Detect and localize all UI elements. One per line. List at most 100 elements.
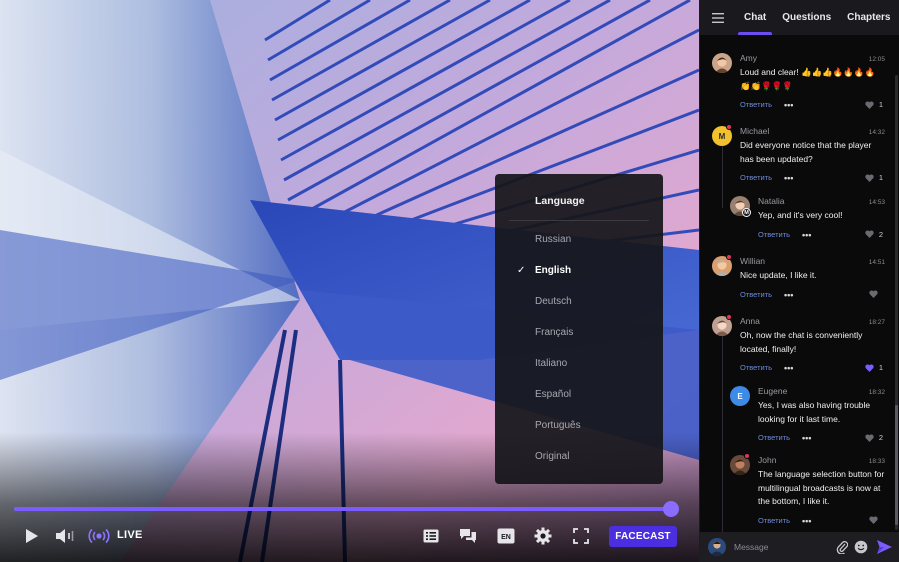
online-dot [744, 453, 750, 459]
language-option[interactable]: Original [495, 440, 663, 471]
chat-message: E Eugene 18:32 Yes, I was also having troub… [700, 384, 895, 455]
heart-icon [869, 515, 878, 524]
like-button[interactable] [869, 289, 883, 298]
chat-feed[interactable]: Amy 12:05 Loud and clear! 👍👍👍🔥🔥🔥🔥👏👏🌹🌹🌹 Отве… [700, 35, 899, 532]
more-options-icon[interactable]: ••• [784, 174, 793, 183]
settings-icon [534, 527, 552, 545]
more-options-icon[interactable]: ••• [784, 101, 793, 110]
more-options-icon[interactable]: ••• [802, 516, 811, 525]
panel-tabs: Chat Questions Chapters [700, 0, 899, 35]
chat-message: Willian 14:51 Nice update, I like it. Ответ… [700, 254, 895, 312]
volume-icon [56, 529, 74, 543]
panel-menu-button[interactable] [700, 0, 736, 35]
facecast-button[interactable]: FACECAST [609, 526, 677, 547]
reply-link[interactable]: Ответить [740, 363, 772, 372]
reply-link[interactable]: Ответить [758, 433, 790, 442]
fullscreen-button[interactable] [571, 524, 591, 548]
online-dot [726, 124, 732, 130]
language-option-label: Italiano [535, 358, 568, 369]
reply-link[interactable]: Ответить [758, 516, 790, 525]
hamburger-icon [712, 12, 724, 23]
language-options: Russian ✓ English Deutsch Français Italiano Es… [495, 221, 663, 471]
language-option-label: English [535, 265, 572, 276]
seek-bar-fill [14, 507, 672, 511]
live-broadcast-button[interactable] [87, 524, 111, 548]
author-name[interactable]: Michael [740, 126, 769, 136]
video-frame[interactable]: Language Russian ✓ English Deutsch Français I… [0, 0, 699, 562]
chat-scrollbar-thumb[interactable] [895, 405, 898, 525]
more-options-icon[interactable]: ••• [802, 434, 811, 443]
message-time: 18:33 [868, 458, 885, 465]
tab-chapters[interactable]: Chapters [839, 0, 898, 35]
message-text: Loud and clear! 👍👍👍🔥🔥🔥🔥👏👏🌹🌹🌹 [740, 67, 876, 91]
language-button[interactable]: EN [496, 524, 516, 548]
paperclip-icon [836, 541, 848, 554]
more-options-icon[interactable]: ••• [784, 290, 793, 299]
language-option[interactable]: ✓ English [495, 254, 663, 285]
attach-button[interactable] [834, 539, 850, 555]
chat-list-icon [423, 529, 439, 543]
tab-chat[interactable]: Chat [736, 0, 774, 35]
online-dot [726, 314, 732, 320]
role-badge: M [742, 208, 751, 217]
comments-icon [460, 529, 476, 543]
message-text: Yes, I was also having trouble looking f… [758, 400, 871, 424]
author-name[interactable]: Amy [740, 53, 757, 63]
language-option[interactable]: Russian [495, 223, 663, 254]
settings-button[interactable] [533, 524, 553, 548]
like-button[interactable]: 1 [865, 100, 883, 109]
seek-bar-handle[interactable] [663, 501, 680, 517]
reply-link[interactable]: Ответить [740, 100, 772, 109]
avatar[interactable] [712, 53, 732, 73]
like-button[interactable]: 1 [865, 363, 883, 372]
author-name[interactable]: Natalia [758, 196, 784, 206]
reply-link[interactable]: Ответить [740, 290, 772, 299]
reply-link[interactable]: Ответить [758, 230, 790, 239]
language-option[interactable]: Italiano [495, 347, 663, 378]
avatar-initial: E [737, 391, 743, 401]
chat-message: M Michael 14:32 Did everyone notice that th… [700, 124, 895, 195]
language-option[interactable]: Português [495, 409, 663, 440]
chat-message: Anna 18:27 Oh, now the chat is convenientl… [700, 314, 895, 385]
language-menu: Language Russian ✓ English Deutsch Français I… [495, 174, 663, 484]
heart-icon [869, 289, 878, 298]
comments-button[interactable] [458, 524, 478, 548]
language-icon: EN [497, 528, 515, 544]
language-option[interactable]: Español [495, 378, 663, 409]
like-button[interactable]: 2 [865, 230, 883, 239]
emoji-button[interactable] [853, 539, 869, 555]
author-name[interactable]: Willian [740, 256, 765, 266]
language-menu-title: Language [535, 195, 585, 207]
language-option-label: Russian [535, 234, 572, 245]
more-options-icon[interactable]: ••• [802, 230, 811, 239]
avatar[interactable]: E [730, 386, 750, 406]
like-button[interactable]: 2 [865, 433, 883, 442]
author-name[interactable]: Anna [740, 316, 760, 326]
message-text: Oh, now the chat is conveniently located… [740, 330, 863, 354]
more-options-icon[interactable]: ••• [784, 364, 793, 373]
author-name[interactable]: John [758, 455, 776, 465]
send-button[interactable] [876, 539, 892, 555]
message-composer [700, 532, 899, 562]
heart-icon [865, 433, 874, 442]
like-count: 1 [878, 363, 883, 372]
language-option[interactable]: Deutsch [495, 285, 663, 316]
volume-button[interactable] [54, 524, 78, 548]
reply-link[interactable]: Ответить [740, 173, 772, 182]
heart-icon [865, 230, 874, 238]
message-input[interactable] [734, 538, 830, 556]
fullscreen-icon [573, 528, 589, 544]
message-text: Did everyone notice that the player has … [740, 140, 872, 164]
chat-message: John 18:33 The language selection button f… [700, 453, 895, 532]
chat-list-button[interactable] [421, 524, 441, 548]
play-button[interactable] [22, 524, 42, 548]
like-button[interactable]: 1 [865, 173, 883, 182]
language-option[interactable]: Français [495, 316, 663, 347]
like-button[interactable] [869, 515, 883, 524]
checkmark-icon: ✓ [517, 265, 526, 276]
author-name[interactable]: Eugene [758, 386, 787, 396]
chat-scrollbar[interactable] [895, 75, 898, 530]
live-label: LIVE [117, 529, 143, 541]
tab-questions[interactable]: Questions [774, 0, 839, 35]
seek-bar[interactable] [14, 501, 680, 517]
